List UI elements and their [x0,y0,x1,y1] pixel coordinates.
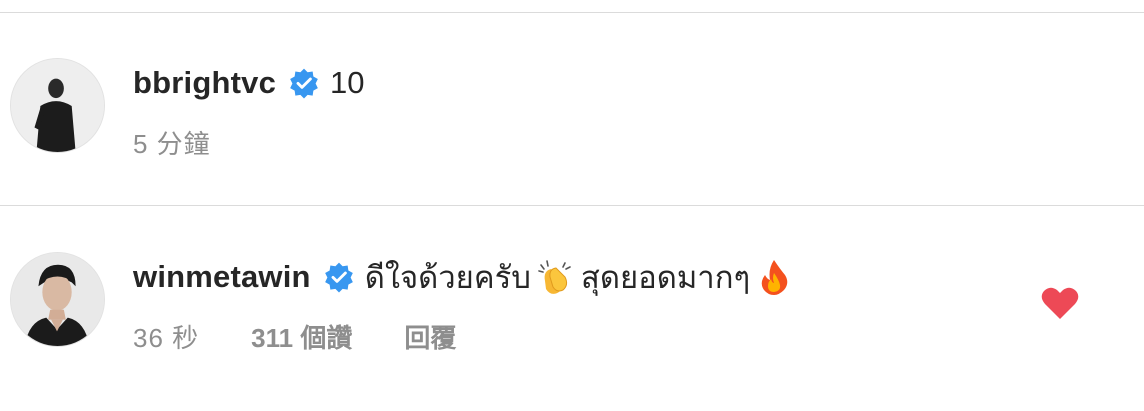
comment-meta: 36 秒 311 個讚 回覆 [133,319,456,353]
comment-item: bbrightvc 10 5 分鐘 [10,55,1144,165]
comment-time: 36 秒 [133,322,200,353]
comment-item: winmetawin ดีใจด้วยครับ สุดยอดมากๆ 36 秒 … [10,249,1144,359]
verified-badge-icon [324,262,353,293]
comment-text: ดีใจด้วยครับ [364,260,531,295]
comment-meta: 5 分鐘 [133,125,263,159]
comment-header: winmetawin ดีใจด้วยครับ สุดยอดมากๆ [133,257,800,297]
avatar[interactable] [10,252,105,347]
avatar[interactable] [10,58,105,153]
username[interactable]: winmetawin [133,259,311,295]
comment-text: 10 [330,65,365,100]
heart-icon[interactable] [1040,285,1080,321]
verified-badge-icon [290,68,318,99]
fire-emoji [761,260,788,295]
comment-text: สุดยอดมากๆ [580,260,751,295]
likes-count[interactable]: 311 個讚 [251,318,352,355]
reply-button[interactable]: 回覆 [404,318,456,355]
comments-page: bbrightvc 10 5 分鐘 winmetawin ดีใจด้วยครั… [0,0,1144,411]
clapping-hands-emoji [538,260,571,294]
username[interactable]: bbrightvc [133,65,276,101]
divider [0,12,1144,13]
avatar-photo [11,253,104,346]
comment-header: bbrightvc 10 [133,63,365,103]
avatar-photo [11,59,104,152]
divider [0,205,1144,206]
comment-time: 5 分鐘 [133,128,211,159]
